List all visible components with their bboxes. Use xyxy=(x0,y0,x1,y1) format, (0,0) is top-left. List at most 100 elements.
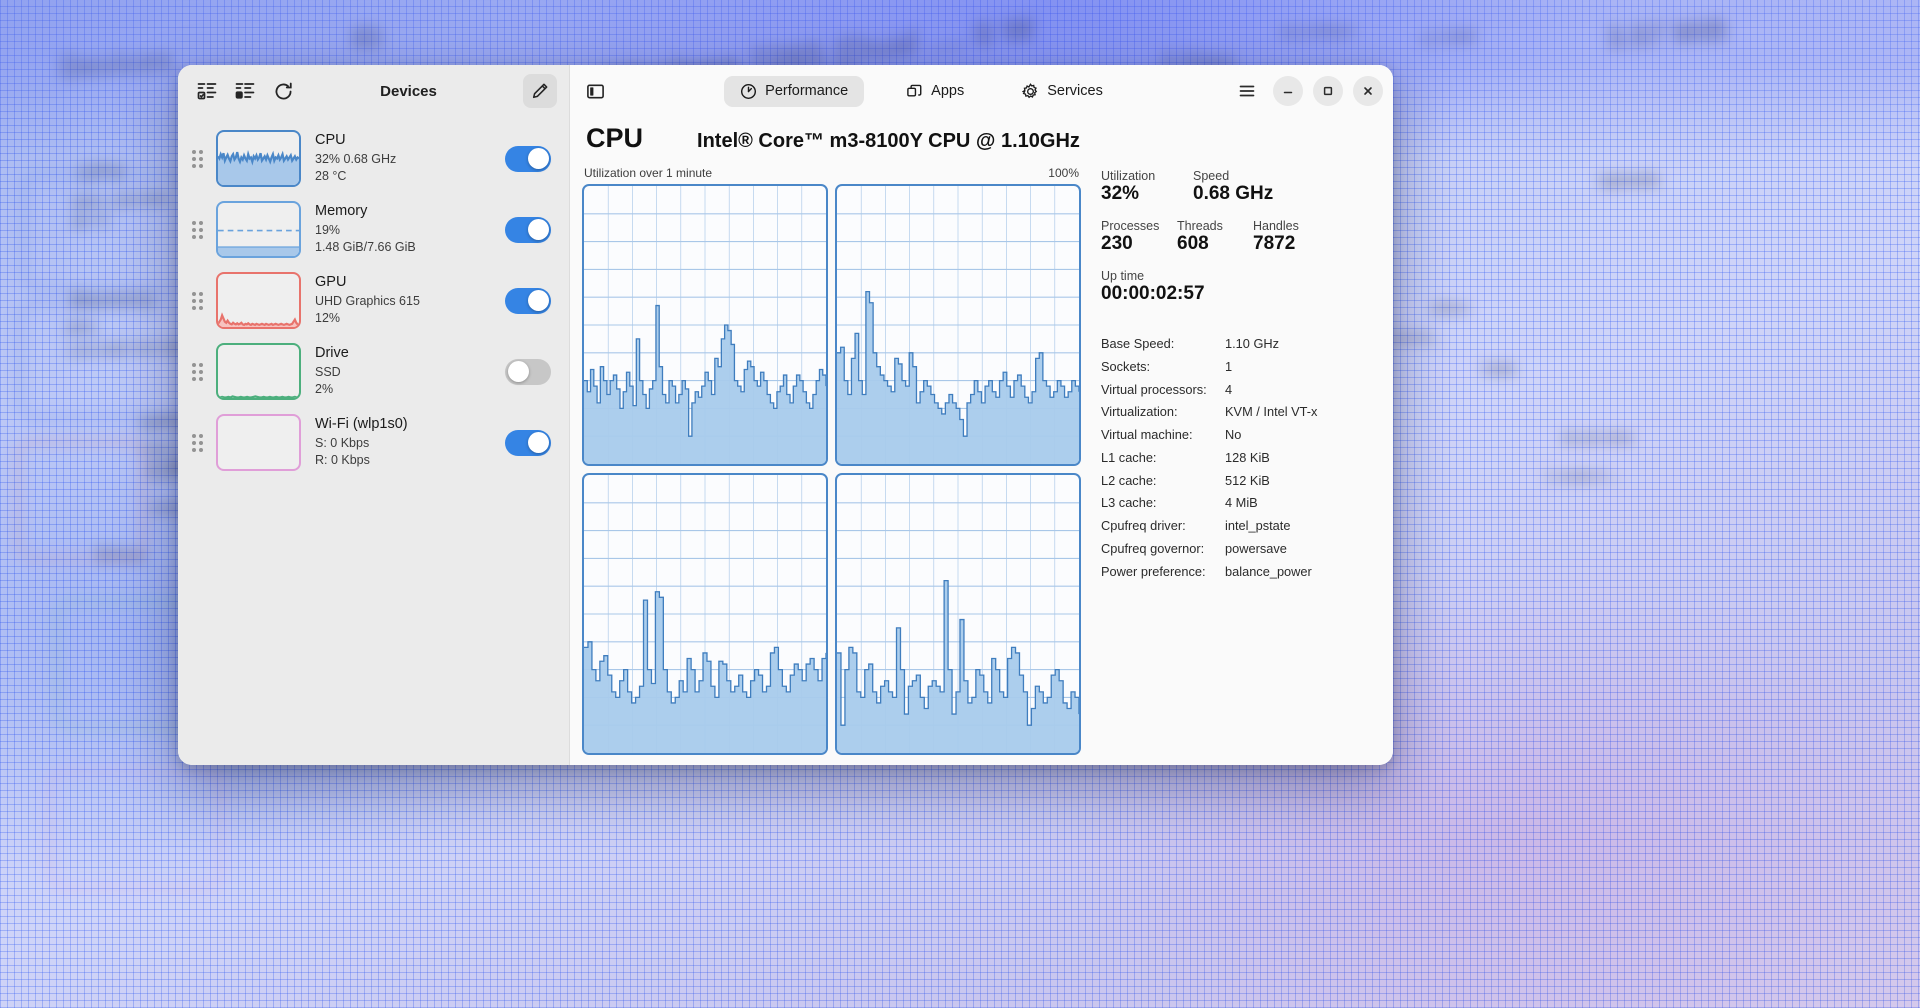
drag-handle-icon[interactable] xyxy=(188,220,206,239)
detail-key: L2 cache: xyxy=(1101,472,1157,488)
detail-key: Virtual processors: xyxy=(1101,381,1207,397)
select-all-icon[interactable] xyxy=(190,74,224,108)
detail-row: Virtual machine: No xyxy=(1101,424,1375,447)
detail-key: Virtual machine: xyxy=(1101,427,1193,443)
cpu-core-graph xyxy=(835,473,1081,755)
detail-value: KVM / Intel VT-x xyxy=(1225,404,1318,420)
drag-handle-icon[interactable] xyxy=(188,433,206,452)
sidebar-header: Devices xyxy=(178,65,569,117)
main-header: Performance Apps Services xyxy=(570,65,1393,117)
tab-label: Apps xyxy=(931,83,965,99)
pencil-icon[interactable] xyxy=(523,74,557,108)
device-name: Wi-Fi (wlp1s0) xyxy=(315,416,408,433)
detail-row: Base Speed: 1.10 GHz xyxy=(1101,333,1375,356)
graph-caption: Utilization over 1 minute 100% xyxy=(582,166,1081,184)
tab-label: Performance xyxy=(765,83,849,99)
tab-performance[interactable]: Performance xyxy=(724,75,865,107)
page-title: CPU xyxy=(586,123,644,153)
device-subtext-primary: 19% xyxy=(315,222,341,237)
detail-key: Base Speed: xyxy=(1101,336,1175,351)
detail-value: balance_power xyxy=(1225,563,1312,579)
detail-key: Cpufreq driver: xyxy=(1101,518,1186,534)
handles-value: 7872 xyxy=(1253,233,1296,254)
device-heading: CPU Intel® Core™ m3-8100Y CPU @ 1.10GHz xyxy=(582,117,1081,166)
detail-row: Power preference: balance_power xyxy=(1101,561,1375,584)
device-name: Drive xyxy=(315,345,349,362)
device-name: CPU xyxy=(315,132,346,149)
device-info: Memory 19% 1.48 GiB/7.66 GiB xyxy=(311,202,495,257)
refresh-icon[interactable] xyxy=(266,74,300,108)
cpu-model-label: Intel® Core™ m3-8100Y CPU @ 1.10GHz xyxy=(697,130,1080,152)
device-list[interactable]: CPU 32% 0.68 GHz 28 °C Memory 19% 1.48 GiB/7.… xyxy=(178,117,569,765)
cpu-core-graph-grid xyxy=(582,184,1081,755)
hamburger-menu-icon[interactable] xyxy=(1231,75,1263,107)
minimize-button[interactable] xyxy=(1273,76,1303,106)
device-toggle[interactable] xyxy=(505,358,551,385)
main-panel: Performance Apps Services CPU Intel® Core xyxy=(570,65,1393,765)
device-name: Memory xyxy=(315,203,368,220)
toggle-knob xyxy=(527,432,549,453)
device-subtext-secondary: 28 °C xyxy=(315,169,347,184)
main-tabs[interactable]: Performance Apps Services xyxy=(616,75,1227,107)
utilization-value: 32% xyxy=(1101,183,1140,204)
tab-apps[interactable]: Apps xyxy=(890,76,980,107)
device-info: Drive SSD 2% xyxy=(311,344,495,399)
drag-handle-icon[interactable] xyxy=(188,149,206,168)
close-button[interactable] xyxy=(1353,76,1383,106)
device-subtext-primary: 32% 0.68 GHz xyxy=(315,151,397,166)
device-subtext-secondary: R: 0 Kbps xyxy=(315,453,370,468)
detail-value: 1.10 GHz xyxy=(1225,336,1280,351)
main-body: CPU Intel® Core™ m3-8100Y CPU @ 1.10GHz … xyxy=(570,117,1393,765)
device-name: GPU xyxy=(315,274,347,291)
processes-label: Processes xyxy=(1101,219,1160,233)
detail-value: 1 xyxy=(1225,358,1233,374)
detail-row: L2 cache: 512 KiB xyxy=(1101,470,1375,493)
tab-services[interactable]: Services xyxy=(1006,76,1119,107)
detail-row: L1 cache: 128 KiB xyxy=(1101,447,1375,470)
stats-row-2: Processes Threads Handles 230 608 7872 xyxy=(1101,219,1375,255)
device-subtext-secondary: 1.48 GiB/7.66 GiB xyxy=(315,240,416,255)
device-row[interactable]: Drive SSD 2% xyxy=(178,336,569,407)
device-info: Wi-Fi (wlp1s0) S: 0 Kbps R: 0 Kbps xyxy=(311,415,495,470)
utilization-label: Utilization xyxy=(1101,169,1156,183)
detail-key: Cpufreq governor: xyxy=(1101,540,1205,556)
detail-key: L3 cache: xyxy=(1101,495,1157,511)
threads-value: 608 xyxy=(1177,233,1209,254)
toggle-knob xyxy=(507,361,529,382)
sidebar-title: Devices xyxy=(380,82,437,100)
device-row[interactable]: GPU UHD Graphics 615 12% xyxy=(178,265,569,336)
device-toggle[interactable] xyxy=(505,287,551,314)
device-toggle[interactable] xyxy=(505,145,551,172)
cpu-core-graph xyxy=(582,184,828,466)
device-row[interactable]: CPU 32% 0.68 GHz 28 °C xyxy=(178,123,569,194)
device-info: CPU 32% 0.68 GHz 28 °C xyxy=(311,131,495,186)
uptime-group: Up time 00:00:02:57 xyxy=(1101,269,1375,305)
sidebar-toggle-icon[interactable] xyxy=(578,74,612,108)
maximize-button[interactable] xyxy=(1313,76,1343,106)
toggle-knob xyxy=(527,219,549,240)
detail-key: Power preference: xyxy=(1101,563,1206,579)
device-mini-chart xyxy=(216,343,301,400)
threads-label: Threads xyxy=(1177,219,1223,233)
device-row[interactable]: Wi-Fi (wlp1s0) S: 0 Kbps R: 0 Kbps xyxy=(178,407,569,478)
devices-sidebar: Devices CPU 32% 0.68 GHz 28 °C Memory 19% 1.4… xyxy=(178,65,570,765)
detail-key: Virtualization: xyxy=(1101,404,1178,420)
detail-row: L3 cache: 4 MiB xyxy=(1101,492,1375,515)
processes-value: 230 xyxy=(1101,233,1133,254)
device-toggle[interactable] xyxy=(505,216,551,243)
device-subtext-primary: SSD xyxy=(315,364,341,379)
cpu-core-graph xyxy=(582,473,828,755)
detail-row: Cpufreq driver: intel_pstate xyxy=(1101,515,1375,538)
device-toggle[interactable] xyxy=(505,429,551,456)
speed-label: Speed xyxy=(1193,169,1230,183)
list-view-icon[interactable] xyxy=(228,74,262,108)
drag-handle-icon[interactable] xyxy=(188,291,206,310)
device-row[interactable]: Memory 19% 1.48 GiB/7.66 GiB xyxy=(178,194,569,265)
toggle-knob xyxy=(527,290,549,311)
detail-value: 128 KiB xyxy=(1225,449,1270,465)
toggle-knob xyxy=(527,148,549,169)
drag-handle-icon[interactable] xyxy=(188,362,206,381)
detail-value: No xyxy=(1225,427,1242,443)
detail-key: Sockets: xyxy=(1101,358,1151,374)
graph-caption-left: Utilization over 1 minute xyxy=(584,166,713,180)
